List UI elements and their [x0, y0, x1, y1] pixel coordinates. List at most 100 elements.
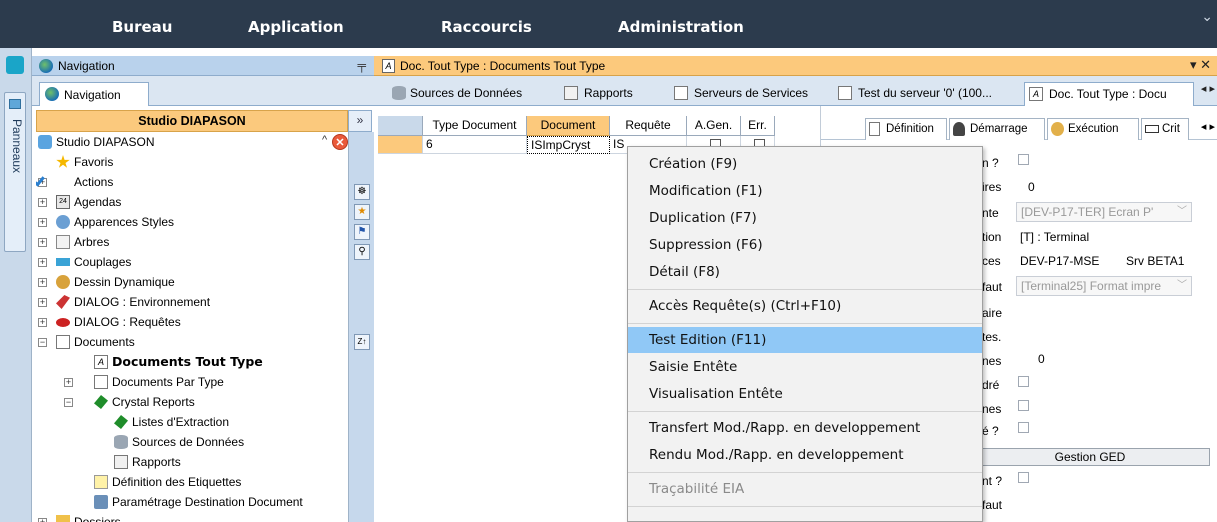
- row-header[interactable]: [378, 136, 423, 154]
- menu-item[interactable]: Détail (F8): [628, 259, 982, 285]
- pin-icon[interactable]: ╤: [357, 58, 366, 72]
- tree-item[interactable]: Studio DIAPASON: [36, 132, 326, 152]
- chevron-down-icon: ﹀: [1177, 280, 1187, 291]
- tab-execution[interactable]: Exécution: [1047, 118, 1139, 140]
- tab-demarrage[interactable]: Démarrage: [949, 118, 1045, 140]
- tree-item[interactable]: + Apparences Styles: [36, 212, 326, 232]
- crystal-icon: [114, 415, 128, 429]
- window-controls[interactable]: ▾ ✕: [1190, 57, 1211, 73]
- scroll-up-icon[interactable]: ^: [322, 134, 327, 146]
- menu-item[interactable]: Suppression (F6): [628, 232, 982, 258]
- favorite-icon[interactable]: ★: [354, 204, 370, 220]
- field-label: faut: [982, 498, 1003, 512]
- menu-item[interactable]: Transfert Mod./Rapp. en developpement: [628, 415, 982, 441]
- collapse-button[interactable]: »: [348, 110, 372, 132]
- expand-icon[interactable]: +: [64, 378, 73, 387]
- tree-item[interactable]: Sources de Données: [36, 432, 326, 452]
- field-checkbox[interactable]: [1018, 400, 1029, 411]
- tab-label: Crit: [1162, 123, 1180, 135]
- tab-test-du-serveur[interactable]: Test du serveur '0' (100...: [838, 82, 1018, 106]
- expand-icon[interactable]: +: [38, 218, 47, 227]
- tab-scroll-arrows[interactable]: ◂ ▸: [1201, 120, 1215, 133]
- app-icon[interactable]: [6, 56, 24, 74]
- palette-icon: [56, 215, 70, 229]
- studio-header: Studio DIAPASON: [36, 110, 348, 132]
- tree-item[interactable]: − Documents: [36, 332, 326, 352]
- field-checkbox[interactable]: [1018, 472, 1029, 483]
- tree-item[interactable]: − Crystal Reports: [36, 392, 326, 412]
- tab-serveurs-de-services[interactable]: Serveurs de Services: [674, 82, 824, 106]
- tree-item[interactable]: Listes d'Extraction: [36, 412, 326, 432]
- menu-application[interactable]: Application: [248, 18, 344, 36]
- menu-item[interactable]: Visualisation Entête: [628, 381, 982, 407]
- expand-icon[interactable]: +: [38, 278, 47, 287]
- tab-scroll-arrows[interactable]: ◂ ▸: [1201, 82, 1215, 95]
- column-header-err[interactable]: Err.: [741, 116, 775, 136]
- tree-item[interactable]: Définition des Etiquettes: [36, 472, 326, 492]
- chevron-down-icon[interactable]: ⌄: [1201, 8, 1213, 25]
- tree-item[interactable]: Paramétrage Destination Document: [36, 492, 326, 512]
- tree-item[interactable]: + DIALOG : Environnement: [36, 292, 326, 312]
- star-tool-icon[interactable]: ☸: [354, 184, 370, 200]
- tab-crit[interactable]: Crit: [1141, 118, 1189, 140]
- expand-icon[interactable]: +: [38, 318, 47, 327]
- navigation-title: Navigation: [58, 59, 115, 73]
- sort-icon[interactable]: Z↑: [354, 334, 370, 350]
- cell-document[interactable]: ISImpCryst: [527, 136, 610, 154]
- expand-icon[interactable]: +: [38, 258, 47, 267]
- tree-item[interactable]: + Dessin Dynamique: [36, 272, 326, 292]
- search-icon[interactable]: ⚲: [354, 244, 370, 260]
- menu-item[interactable]: Accès Requête(s) (Ctrl+F10): [628, 293, 982, 319]
- tree-item-label: Couplages: [74, 255, 132, 269]
- grid-corner[interactable]: [378, 116, 423, 136]
- close-icon[interactable]: ✕: [332, 134, 348, 150]
- gestion-ged-button[interactable]: Gestion GED: [970, 448, 1210, 466]
- menu-item[interactable]: Test Edition (F11): [628, 327, 982, 353]
- tree-item[interactable]: + Actions: [36, 172, 326, 192]
- collapse-icon[interactable]: −: [64, 398, 73, 407]
- menu-item[interactable]: Modification (F1): [628, 178, 982, 204]
- collapse-icon[interactable]: −: [38, 338, 47, 347]
- terminal-select[interactable]: [DEV-P17-TER] Ecran P' ﹀: [1016, 202, 1192, 222]
- cell-type-document[interactable]: 6: [423, 136, 527, 154]
- tree-item-label: DIALOG : Environnement: [74, 295, 211, 309]
- menu-bureau[interactable]: Bureau: [112, 18, 172, 36]
- flag-icon[interactable]: ⚑: [354, 224, 370, 240]
- document-icon: [674, 86, 688, 100]
- calendar-icon: 24: [56, 195, 70, 209]
- field-checkbox[interactable]: [1018, 154, 1029, 165]
- menu-administration[interactable]: Administration: [618, 18, 744, 36]
- tree-item[interactable]: + Dossiers: [36, 512, 326, 522]
- tree-item[interactable]: +24 Agendas: [36, 192, 326, 212]
- tree-item[interactable]: + DIALOG : Requêtes: [36, 312, 326, 332]
- field-checkbox[interactable]: [1018, 422, 1029, 433]
- tab-navigation[interactable]: Navigation: [39, 82, 149, 106]
- tab-definition[interactable]: Définition: [865, 118, 947, 140]
- expand-icon[interactable]: +: [38, 198, 47, 207]
- menu-item[interactable]: Rendu Mod./Rapp. en developpement: [628, 442, 982, 468]
- tree-item[interactable]: + Couplages: [36, 252, 326, 272]
- crystal-icon: [94, 395, 108, 409]
- field-checkbox[interactable]: [1018, 376, 1029, 387]
- tree-item[interactable]: A Documents Tout Type: [36, 352, 326, 372]
- menu-raccourcis[interactable]: Raccourcis: [441, 18, 532, 36]
- tree-item[interactable]: + Documents Par Type: [36, 372, 326, 392]
- column-header-document[interactable]: Document: [527, 116, 610, 136]
- tab-doc-tout-type[interactable]: A Doc. Tout Type : Docu: [1024, 82, 1194, 106]
- tab-rapports[interactable]: Rapports: [564, 82, 660, 106]
- expand-icon[interactable]: +: [38, 238, 47, 247]
- menu-item[interactable]: Saisie Entête: [628, 354, 982, 380]
- column-header-agen[interactable]: A.Gen.: [687, 116, 741, 136]
- menu-item[interactable]: Duplication (F7): [628, 205, 982, 231]
- column-header-requete[interactable]: Requête: [610, 116, 687, 136]
- expand-icon[interactable]: +: [38, 298, 47, 307]
- expand-icon[interactable]: +: [38, 518, 47, 522]
- tab-sources-de-donnees[interactable]: Sources de Données: [392, 82, 550, 106]
- tree-item[interactable]: + Arbres: [36, 232, 326, 252]
- tree-item[interactable]: Favoris: [36, 152, 326, 172]
- panneaux-tab[interactable]: Panneaux: [4, 92, 26, 252]
- column-header-type-document[interactable]: Type Document: [423, 116, 527, 136]
- tree-item[interactable]: Rapports: [36, 452, 326, 472]
- menu-item[interactable]: Création (F9): [628, 151, 982, 177]
- format-select[interactable]: [Terminal25] Format impre ﹀: [1016, 276, 1192, 296]
